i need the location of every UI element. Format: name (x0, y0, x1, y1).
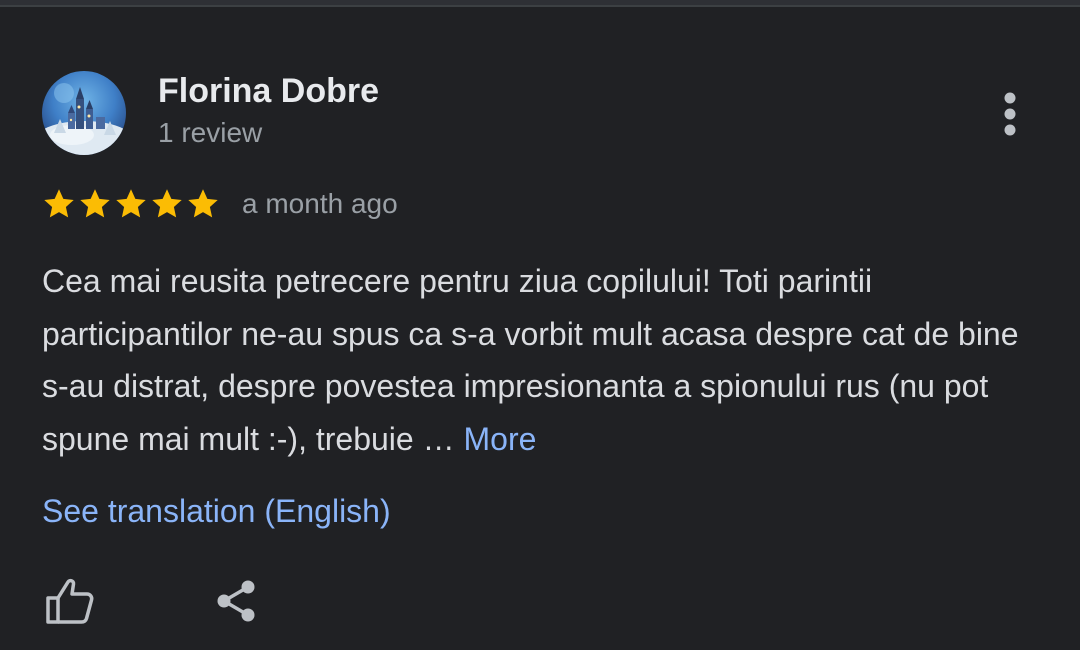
review-timestamp: a month ago (242, 188, 398, 219)
share-icon (217, 580, 255, 622)
star-icon (44, 189, 74, 218)
star-icon (152, 189, 182, 218)
top-divider (0, 0, 1080, 7)
more-options-button[interactable] (990, 88, 1030, 140)
like-button[interactable] (38, 570, 100, 632)
star-icon (116, 189, 146, 218)
author-name[interactable]: Florina Dobre (158, 71, 379, 111)
avatar-image (42, 83, 126, 155)
share-button[interactable] (206, 570, 268, 632)
author-avatar[interactable] (42, 71, 126, 155)
more-vert-icon (1004, 92, 1016, 136)
star-rating (41, 186, 221, 222)
author-review-count[interactable]: 1 review (158, 116, 262, 150)
more-button[interactable]: More (463, 421, 536, 457)
see-translation-link[interactable]: See translation (English) (42, 489, 391, 533)
star-icon (188, 189, 218, 218)
star-icon (80, 189, 110, 218)
thumb-up-icon (46, 578, 94, 624)
review-body: Cea mai reusita petrecere pentru ziua co… (42, 255, 1052, 465)
